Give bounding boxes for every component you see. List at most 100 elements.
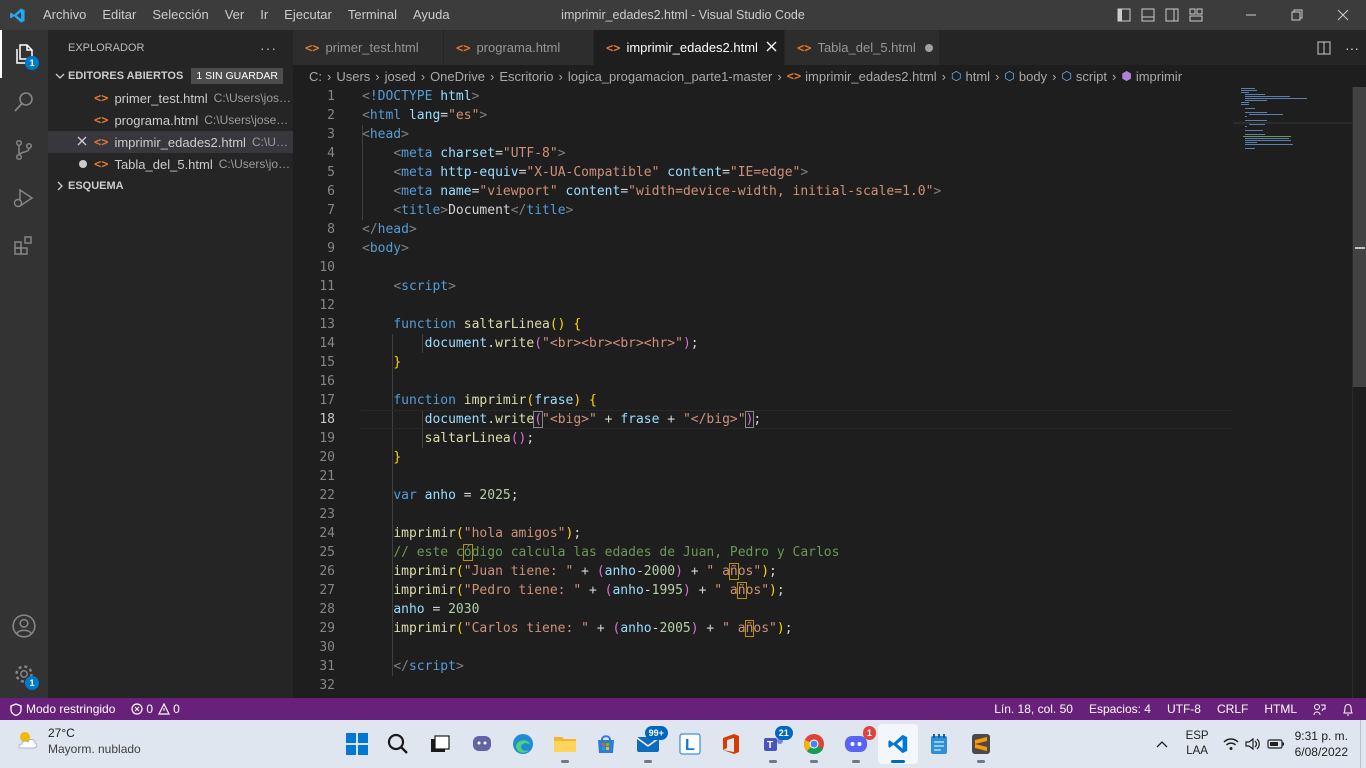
code-line: <body>	[362, 241, 409, 256]
tab-imprimir-edades2[interactable]: <> imprimir_edades2.html	[594, 30, 785, 65]
search-icon[interactable]	[0, 78, 48, 126]
code-editor[interactable]: 1 <!DOCTYPE html> 2 <html lang="es"> 3 <hea…	[293, 87, 1352, 698]
clock[interactable]: 9:31 p. m. 6/08/2022	[1295, 728, 1348, 760]
unsaved-dot-icon[interactable]	[924, 43, 934, 53]
breadcrumb-part[interactable]: OneDrive	[430, 69, 485, 84]
tab-label: Tabla_del_5.html	[817, 40, 916, 55]
chevron-down-icon	[52, 71, 68, 81]
breadcrumb-symbol[interactable]: html	[966, 69, 991, 84]
end-of-line[interactable]: CRLF	[1209, 698, 1256, 720]
tab-tabla-del-5[interactable]: <> Tabla_del_5.html	[785, 30, 940, 65]
menu-ver[interactable]: Ver	[217, 0, 253, 30]
mail-icon[interactable]: 99+	[628, 724, 668, 764]
toggle-panel-icon[interactable]	[1136, 0, 1160, 30]
cursor-position[interactable]: Lín. 18, col. 50	[986, 698, 1081, 720]
start-button[interactable]	[337, 724, 377, 764]
discord-icon[interactable]: 1	[836, 724, 876, 764]
breadcrumb-part[interactable]: josed	[385, 69, 416, 84]
more-actions-button[interactable]: ···	[260, 40, 277, 56]
task-view-icon[interactable]	[420, 724, 460, 764]
file-explorer-icon[interactable]	[545, 724, 585, 764]
manage-gear-icon[interactable]: 1	[0, 650, 48, 698]
language-mode[interactable]: HTML	[1256, 698, 1305, 720]
menu-ejecutar[interactable]: Ejecutar	[276, 0, 340, 30]
vscode-taskbar-icon[interactable]	[877, 724, 918, 764]
search-taskbar-icon[interactable]	[378, 724, 418, 764]
warning-icon	[158, 703, 171, 715]
tab-programa[interactable]: <> programa.html	[444, 30, 594, 65]
code-line: </script>	[393, 659, 464, 674]
encoding[interactable]: UTF-8	[1159, 698, 1209, 720]
keyboard-layout: LAA	[1186, 745, 1208, 757]
clock-time: 9:31 p. m.	[1294, 729, 1348, 743]
explorer-icon[interactable]: 1	[0, 30, 48, 78]
code-line: }	[393, 355, 402, 370]
scrollbar-thumb[interactable]	[1353, 87, 1366, 387]
battery-icon[interactable]	[1267, 738, 1285, 750]
breadcrumb-symbol[interactable]: imprimir	[1136, 69, 1182, 84]
menu-ayuda[interactable]: Ayuda	[405, 0, 458, 30]
office-icon[interactable]	[711, 724, 751, 764]
open-editor-item[interactable]: <> Tabla_del_5.html C:\Users\jose...	[48, 153, 293, 175]
indentation[interactable]: Espacios: 4	[1081, 698, 1159, 720]
customize-layout-icon[interactable]	[1184, 0, 1208, 30]
breadcrumb-part[interactable]: Users	[336, 69, 370, 84]
close-tab-icon[interactable]	[766, 40, 777, 55]
source-control-icon[interactable]	[0, 126, 48, 174]
close-window-icon[interactable]	[1320, 0, 1366, 30]
more-actions-icon[interactable]: ···	[1338, 40, 1366, 56]
chrome-icon[interactable]	[794, 724, 834, 764]
menu-archivo[interactable]: Archivo	[35, 0, 94, 30]
breadcrumb-symbol[interactable]: script	[1076, 69, 1107, 84]
restore-icon[interactable]	[1274, 0, 1320, 30]
unsaved-badge: 1 SIN GUARDAR	[191, 68, 284, 84]
restricted-mode-button[interactable]: Modo restringido	[0, 698, 124, 720]
toggle-secondary-sidebar-icon[interactable]	[1160, 0, 1184, 30]
open-editor-item[interactable]: <> programa.html C:\Users\josed\...	[48, 109, 293, 131]
feedback-icon[interactable]	[1305, 698, 1334, 720]
notepad-icon[interactable]	[919, 724, 959, 764]
breadcrumb-part[interactable]: Escritorio	[499, 69, 553, 84]
chat-icon[interactable]	[462, 724, 502, 764]
toggle-sidebar-icon[interactable]	[1112, 0, 1136, 30]
split-editor-icon[interactable]	[1310, 41, 1338, 55]
teams-icon[interactable]: T 21	[753, 724, 793, 764]
minimize-icon[interactable]	[1228, 0, 1274, 30]
open-editors-label: EDITORES ABIERTOS	[68, 70, 184, 82]
edge-icon[interactable]	[503, 724, 543, 764]
sublime-text-icon[interactable]	[961, 724, 1001, 764]
warning-count: 0	[173, 702, 180, 716]
breadcrumb-part[interactable]: C:	[309, 69, 322, 84]
close-editor-icon[interactable]	[76, 135, 88, 150]
show-desktop-strip[interactable]	[1360, 720, 1366, 768]
microsoft-store-icon[interactable]	[586, 724, 626, 764]
lingo-app-icon[interactable]: L	[670, 724, 710, 764]
problems-button[interactable]: 0 0	[123, 698, 187, 720]
menu-seleccion[interactable]: Selección	[144, 0, 216, 30]
wifi-icon[interactable]	[1223, 737, 1239, 751]
open-editor-path: C:\Users\jose...	[218, 157, 293, 171]
breadcrumb-part[interactable]: logica_progamacion_parte1-master	[568, 69, 773, 84]
unsaved-dot-icon[interactable]	[78, 157, 88, 172]
chevron-up-icon[interactable]	[1156, 740, 1168, 748]
accounts-icon[interactable]	[0, 602, 48, 650]
extensions-icon[interactable]	[0, 222, 48, 270]
open-editor-item-active[interactable]: <> imprimir_edades2.html C:\Use...	[48, 131, 293, 153]
open-editors-header[interactable]: EDITORES ABIERTOS 1 SIN GUARDAR	[48, 65, 293, 87]
input-language[interactable]: ESP LAA	[1186, 729, 1209, 759]
volume-icon[interactable]	[1245, 737, 1261, 751]
minimap[interactable]	[1233, 87, 1353, 698]
run-debug-icon[interactable]	[0, 174, 48, 222]
notifications-bell-icon[interactable]	[1334, 698, 1362, 720]
outline-header[interactable]: ESQUEMA	[48, 175, 293, 197]
open-editor-item[interactable]: <> primer_test.html C:\Users\jose...	[48, 87, 293, 109]
menu-ir[interactable]: Ir	[252, 0, 276, 30]
tab-primer-test[interactable]: <> primer_test.html	[293, 30, 444, 65]
status-bar: Modo restringido 0 0 Lín. 18, col. 50 Es…	[0, 698, 1366, 720]
breadcrumb-symbol[interactable]: body	[1019, 69, 1047, 84]
weather-widget[interactable]: 27°C Mayorm. nublado	[14, 725, 141, 757]
menu-terminal[interactable]: Terminal	[340, 0, 405, 30]
breadcrumb-file[interactable]: imprimir_edades2.html	[805, 69, 937, 84]
menu-editar[interactable]: Editar	[94, 0, 144, 30]
partly-cloudy-icon	[14, 728, 40, 755]
